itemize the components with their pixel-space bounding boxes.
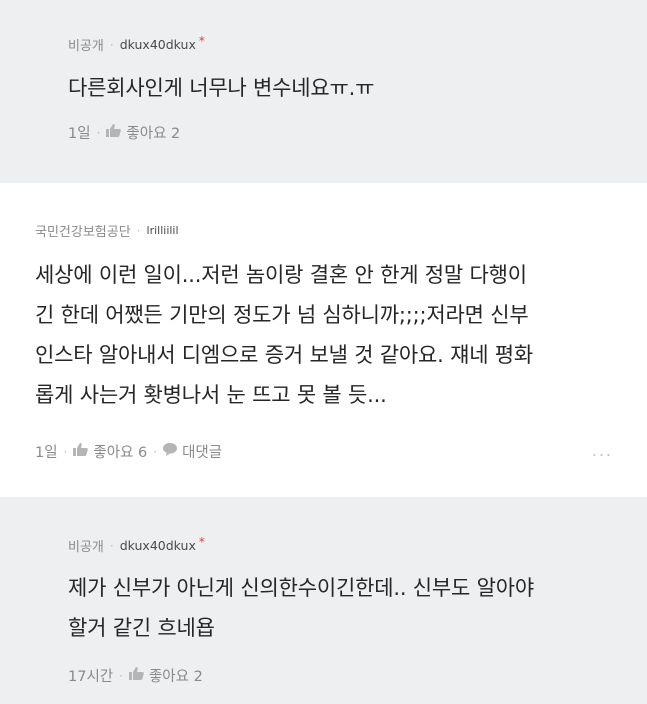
- comment-line: 긴 한데 어쨌든 기만의 정도가 넘 심하니까;;;;저라면 신부: [35, 303, 529, 327]
- thumbs-up-icon[interactable]: [106, 124, 122, 141]
- separator-dot: ·: [119, 668, 123, 683]
- author-handle[interactable]: lrilliilil: [147, 224, 179, 237]
- separator-dot: ·: [109, 538, 114, 553]
- separator-dot: ·: [153, 444, 158, 459]
- comment-time: 17시간: [68, 669, 114, 685]
- comment-time: 1일: [35, 445, 58, 461]
- separator-dot: ·: [136, 223, 141, 238]
- separator-dot: ·: [109, 37, 114, 52]
- reply-button[interactable]: 대댓글: [182, 441, 222, 462]
- comment-line: 세상에 이런 일이...저런 놈이랑 결혼 안 한게 정말 다행이: [35, 263, 527, 287]
- comment-line: 다른회사인게 너무나 변수네요ㅠ.ㅠ: [68, 76, 375, 100]
- comment-text: 세상에 이런 일이...저런 놈이랑 결혼 안 한게 정말 다행이 긴 한데 어…: [35, 255, 533, 415]
- more-dots-icon[interactable]: ...: [592, 441, 613, 460]
- thumbs-up-icon[interactable]: [128, 667, 144, 684]
- comment-time: 1일: [68, 126, 91, 142]
- comment-footer: 1일 · 좋아요 6 · 대댓글: [35, 441, 222, 462]
- author-handle[interactable]: dkux40dkux: [120, 37, 196, 52]
- author-name[interactable]: 비공개: [68, 536, 104, 555]
- comment-line: 인스타 알아내서 디엠으로 증거 보낼 것 같아요. 쟤네 평화: [35, 343, 534, 367]
- comment-2: 국민건강보험공단 · lrilliilil 세상에 이런 일이...저런 놈이랑…: [0, 183, 647, 497]
- comment-meta: 비공개 · dkux40dkux *: [68, 33, 205, 55]
- comment-meta: 비공개 · dkux40dkux *: [68, 534, 205, 556]
- comment-footer: 17시간 · 좋아요 2: [68, 665, 203, 686]
- separator-dot: ·: [96, 125, 101, 140]
- comment-line: 제가 신부가 아닌게 신의한수이긴한데.. 신부도 알아야: [68, 576, 534, 600]
- author-mark: *: [198, 534, 205, 549]
- comment-footer: 1일 · 좋아요 2: [68, 122, 180, 143]
- reply-comment-1: 비공개 · dkux40dkux * 다른회사인게 너무나 변수네요ㅠ.ㅠ 1일…: [0, 0, 647, 183]
- comment-line: 할거 같긴 흐네욥: [68, 616, 215, 640]
- author-name[interactable]: 국민건강보험공단: [35, 221, 131, 240]
- like-count[interactable]: 좋아요 6: [93, 441, 147, 462]
- thumbs-up-icon[interactable]: [73, 443, 89, 460]
- like-count[interactable]: 좋아요 2: [126, 122, 180, 143]
- speech-bubble-icon[interactable]: [163, 443, 178, 460]
- reply-comment-3: 비공개 · dkux40dkux * 제가 신부가 아닌게 신의한수이긴한데..…: [0, 497, 647, 704]
- author-mark: *: [198, 33, 205, 48]
- comment-text: 제가 신부가 아닌게 신의한수이긴한데.. 신부도 알아야 할거 같긴 흐네욥: [68, 568, 534, 648]
- comment-line: 롭게 사는거 홧병나서 눈 뜨고 못 볼 듯...: [35, 383, 387, 407]
- author-name[interactable]: 비공개: [68, 35, 104, 54]
- separator-dot: ·: [63, 444, 68, 459]
- author-handle[interactable]: dkux40dkux: [120, 538, 196, 553]
- comment-text: 다른회사인게 너무나 변수네요ㅠ.ㅠ: [68, 68, 374, 108]
- like-count[interactable]: 좋아요 2: [149, 665, 203, 686]
- comment-meta: 국민건강보험공단 · lrilliilil: [35, 221, 179, 241]
